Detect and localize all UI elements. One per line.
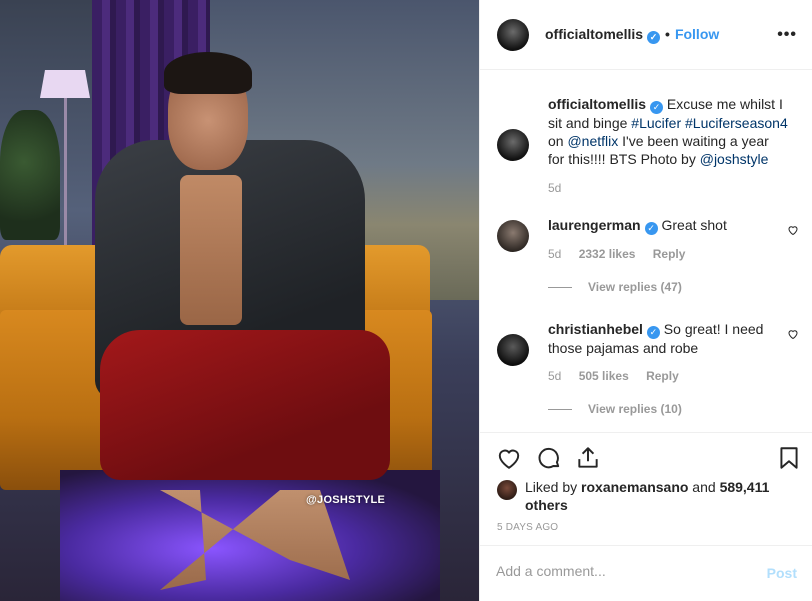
comments-list[interactable]: officialtomellis ✓ Excuse me whilst I sit… — [480, 70, 812, 432]
liker-username[interactable]: roxanemansano — [581, 479, 688, 495]
commenter-avatar[interactable] — [497, 220, 529, 252]
post-date[interactable]: 5 DAYS AGO — [497, 522, 558, 533]
view-replies-button[interactable]: View replies (10) — [548, 402, 682, 416]
comment-bubble-icon[interactable] — [536, 445, 562, 471]
caption-username[interactable]: officialtomellis — [548, 96, 646, 112]
floor-lamp-pole — [64, 98, 67, 248]
mention-joshstyle[interactable]: @joshstyle — [700, 151, 769, 167]
author-avatar[interactable] — [497, 18, 529, 51]
comment-likes-count[interactable]: 2332 likes — [579, 247, 636, 261]
commenter-avatar[interactable] — [497, 334, 529, 366]
reply-button[interactable]: Reply — [653, 247, 686, 261]
replies-divider-line — [548, 287, 572, 289]
share-upload-icon[interactable] — [575, 445, 601, 471]
comment-text: laurengerman ✓ Great shot — [548, 216, 788, 235]
post-comment-button[interactable]: Post — [767, 565, 797, 581]
comment-likes-count[interactable]: 505 likes — [579, 369, 629, 383]
comment-time[interactable]: 5d — [548, 369, 561, 383]
likes-middle: and — [688, 479, 720, 495]
author-username[interactable]: officialtomellis — [545, 26, 643, 42]
comment-meta: 5d 2332 likes Reply — [548, 247, 699, 261]
add-comment-input[interactable] — [496, 563, 746, 579]
reply-button[interactable]: Reply — [646, 369, 679, 383]
comment-text: christianhebel ✓ So great! I need those p… — [548, 320, 788, 357]
caption-author-avatar[interactable] — [497, 129, 529, 161]
floor-lamp-shade — [40, 70, 90, 98]
hashtag-lucifer[interactable]: #Lucifer — [631, 115, 681, 131]
photo-watermark: @JOSHSTYLE — [306, 494, 386, 506]
like-heart-icon[interactable] — [496, 445, 522, 471]
mention-netflix[interactable]: @netflix — [567, 133, 618, 149]
post-header: officialtomellis ✓ • Follow ••• — [480, 0, 812, 70]
comment-time[interactable]: 5d — [548, 247, 561, 261]
like-comment-heart-icon[interactable] — [787, 224, 799, 236]
caption-text: officialtomellis ✓ Excuse me whilst I sit… — [548, 95, 788, 168]
comment-body: Great shot — [657, 217, 727, 233]
caption-text-part: on — [548, 133, 568, 149]
commenter-username[interactable]: christianhebel — [548, 321, 643, 337]
verified-badge-icon: ✓ — [646, 326, 660, 339]
like-comment-heart-icon[interactable] — [787, 328, 799, 340]
commenter-username[interactable]: laurengerman — [548, 217, 641, 233]
likes-summary: Liked by roxanemansano and 589,411 other… — [497, 478, 797, 514]
post-actions-bar — [480, 432, 812, 482]
verified-badge-icon: ✓ — [647, 30, 661, 44]
potted-plant — [0, 110, 60, 240]
view-replies-label: View replies (47) — [588, 280, 682, 294]
hashtag-luciferseason4[interactable]: #Luciferseason4 — [685, 115, 788, 131]
follow-button[interactable]: Follow — [675, 26, 719, 42]
comment-meta: 5d 505 likes Reply — [548, 369, 693, 383]
header-separator: • — [665, 25, 670, 42]
view-replies-button[interactable]: View replies (47) — [548, 280, 682, 294]
person-chest — [180, 175, 242, 325]
verified-badge-icon: ✓ — [644, 222, 658, 235]
liker-avatar[interactable] — [497, 480, 517, 500]
post-photo[interactable]: @JOSHSTYLE — [0, 0, 479, 601]
verified-badge-icon: ✓ — [650, 101, 664, 114]
person-hair — [164, 52, 252, 94]
bookmark-save-icon[interactable] — [776, 445, 802, 471]
add-comment-bar: Post — [480, 545, 812, 601]
view-replies-label: View replies (10) — [588, 402, 682, 416]
caption-meta: 5d — [548, 181, 575, 195]
replies-divider-line — [548, 409, 572, 411]
likes-prefix: Liked by — [525, 479, 582, 495]
person-pajama-pants — [100, 330, 390, 480]
caption-time[interactable]: 5d — [548, 181, 561, 195]
post-side-panel: officialtomellis ✓ • Follow ••• officialtom… — [479, 0, 812, 601]
more-options-icon[interactable]: ••• — [777, 26, 797, 44]
